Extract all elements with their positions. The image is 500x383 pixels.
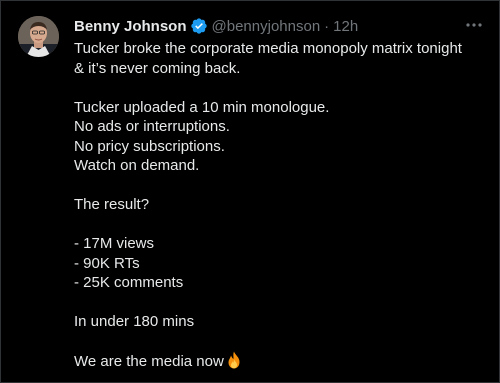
tweet-header: Benny Johnson @bennyjohnson · 12h: [74, 15, 469, 37]
author-name[interactable]: Benny Johnson: [74, 18, 187, 35]
tweet-line: We are the media now: [74, 353, 224, 370]
tweet-line: [74, 293, 492, 313]
tweet-text: Tucker broke the corporate media monopol…: [74, 39, 492, 372]
timestamp[interactable]: 12h: [333, 18, 358, 35]
avatar-image: [18, 16, 59, 57]
tweet-line: [74, 78, 492, 98]
tweet-line: - 90K RTs: [74, 254, 140, 272]
avatar[interactable]: [18, 16, 59, 57]
tweet-line: In under 180 mins: [74, 313, 195, 330]
more-horizontal-icon[interactable]: [464, 15, 484, 35]
tweet-line: [74, 215, 492, 235]
fire-emoji-icon: [226, 351, 242, 369]
tweet-line: - 25K comments: [74, 274, 184, 291]
author-handle[interactable]: @bennyjohnson: [212, 18, 321, 35]
tweet-line: [74, 176, 492, 196]
separator-dot: ·: [324, 17, 330, 35]
tweet-line: [74, 332, 492, 352]
tweet-line: & it’s never coming back.: [74, 59, 241, 77]
tweet-last-line: We are the media now: [74, 351, 492, 372]
tweet-line: Tucker broke the corporate media monopol…: [74, 40, 462, 57]
tweet-line: Tucker uploaded a 10 min monologue.: [74, 98, 330, 116]
tweet-line: Watch on demand.: [74, 157, 200, 174]
tweet-line: No ads or interruptions.: [74, 118, 230, 135]
tweet-card: Benny Johnson @bennyjohnson · 12h Tucker…: [0, 0, 500, 383]
tweet-line: The result?: [74, 196, 150, 213]
tweet-line: No pricy subscriptions.: [74, 137, 225, 155]
verified-badge-icon: [190, 17, 208, 35]
tweet-line: - 17M views: [74, 235, 155, 252]
